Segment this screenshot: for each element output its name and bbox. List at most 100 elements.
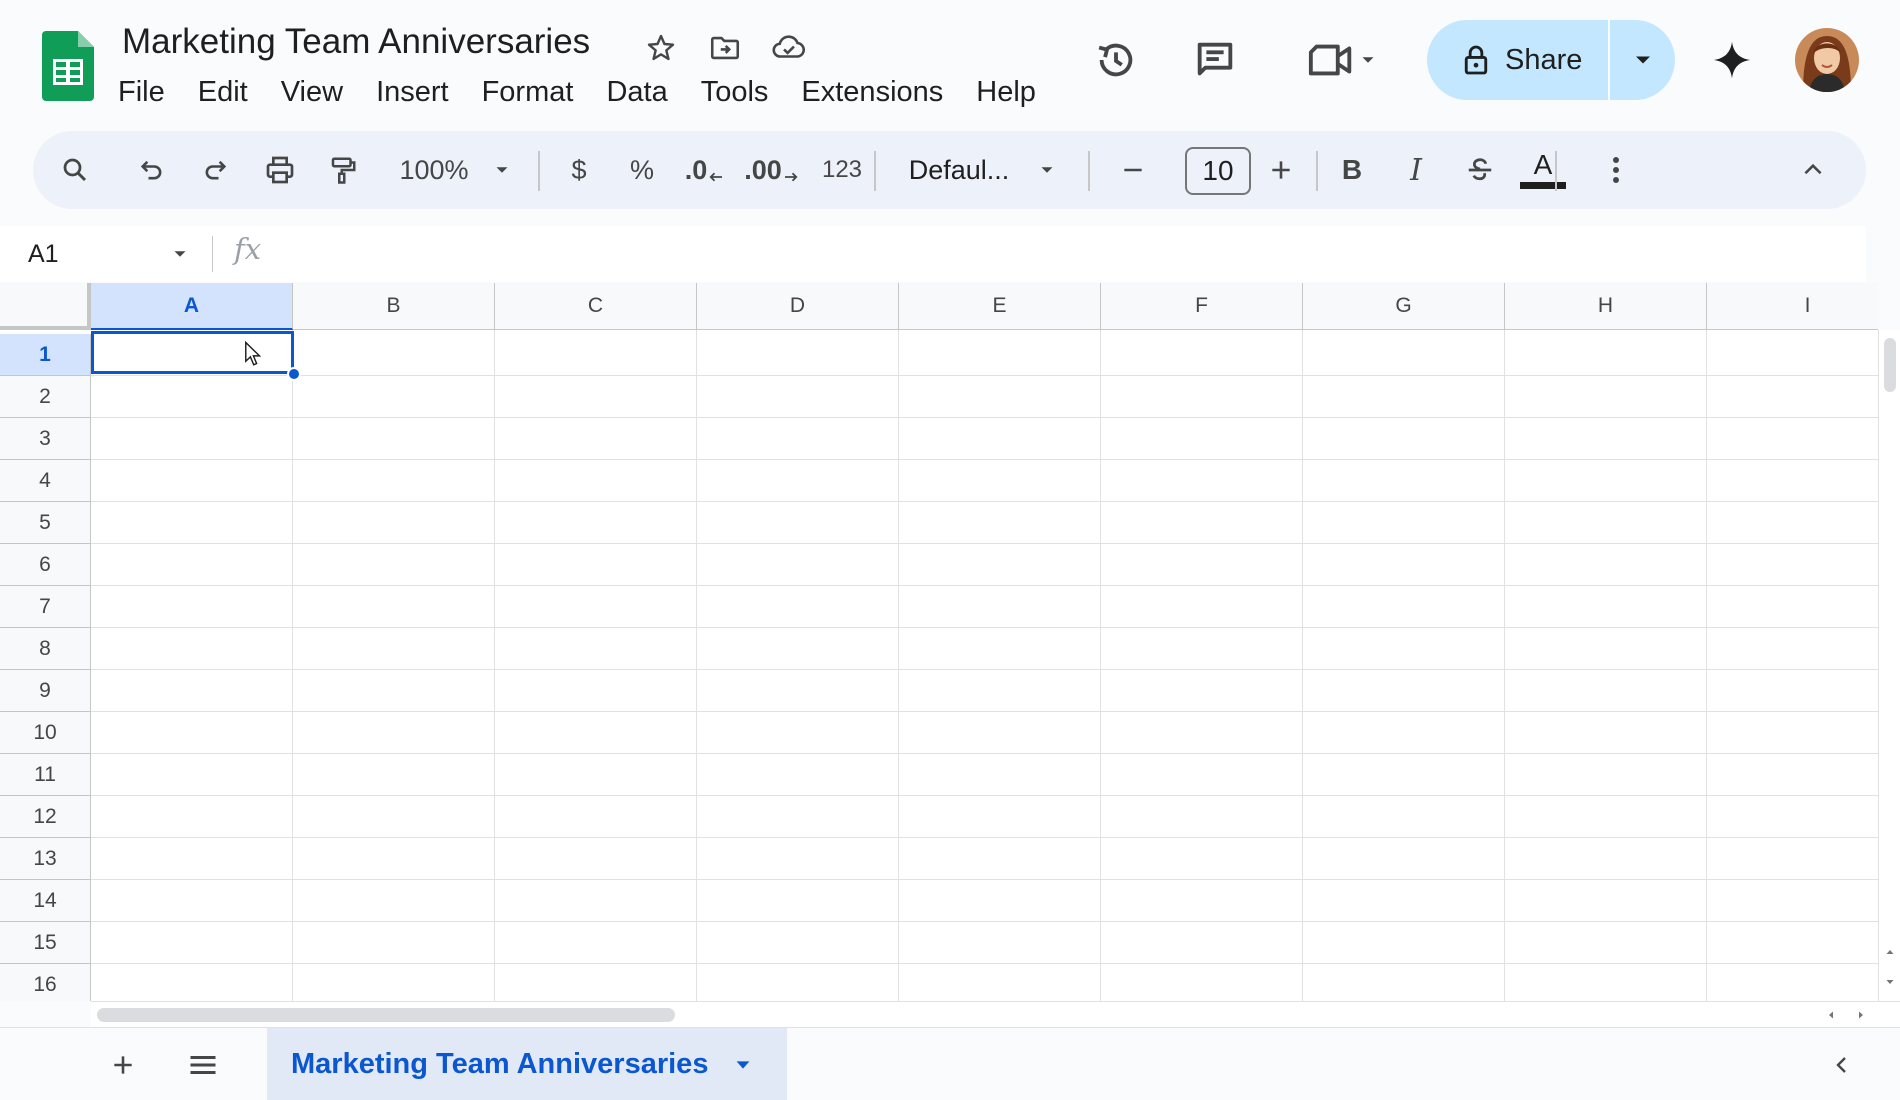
row-header-6[interactable]: 6 <box>0 544 91 586</box>
search-menus-icon[interactable] <box>49 131 101 209</box>
horizontal-scrollbar[interactable] <box>91 1001 1900 1027</box>
menu-edit[interactable]: Edit <box>190 72 256 113</box>
row-header-2[interactable]: 2 <box>0 376 91 418</box>
font-dropdown-icon[interactable] <box>1029 131 1065 209</box>
redo-icon[interactable] <box>190 131 240 209</box>
row-header-14[interactable]: 14 <box>0 880 91 922</box>
vertical-scroll-thumb[interactable] <box>1884 338 1896 392</box>
meet-camera-icon[interactable] <box>1298 30 1388 90</box>
row-header-11[interactable]: 11 <box>0 754 91 796</box>
sheet-tab-marketing-team-anniversaries[interactable]: Marketing Team Anniversaries <box>267 1028 787 1100</box>
selected-cell-a1[interactable] <box>91 331 294 374</box>
row-header-9[interactable]: 9 <box>0 670 91 712</box>
row-header-4[interactable]: 4 <box>0 460 91 502</box>
row-header-5[interactable]: 5 <box>0 502 91 544</box>
format-currency-button[interactable]: $ <box>554 131 604 209</box>
column-header-d[interactable]: D <box>697 283 899 330</box>
menu-view[interactable]: View <box>273 72 351 113</box>
more-formats-button[interactable]: 123 <box>811 131 873 209</box>
mouse-cursor-icon <box>244 341 262 367</box>
name-box[interactable]: A1 <box>28 240 59 269</box>
fill-handle[interactable] <box>287 367 301 381</box>
star-icon[interactable] <box>641 28 681 68</box>
add-sheet-icon[interactable] <box>98 1040 148 1090</box>
row-header-13[interactable]: 13 <box>0 838 91 880</box>
column-header-i[interactable]: I <box>1707 283 1878 330</box>
increase-font-size-icon[interactable] <box>1256 131 1306 209</box>
print-icon[interactable] <box>252 131 308 209</box>
zoom-dropdown-icon[interactable] <box>484 131 520 209</box>
column-gridline <box>1100 330 1101 1001</box>
row-header-12[interactable]: 12 <box>0 796 91 838</box>
decrease-decimal-button[interactable]: .0 <box>676 131 734 209</box>
column-header-c[interactable]: C <box>495 283 697 330</box>
undo-icon[interactable] <box>127 131 177 209</box>
column-gridline <box>1504 330 1505 1001</box>
version-history-icon[interactable] <box>1086 30 1146 90</box>
column-header-a[interactable]: A <box>91 283 293 330</box>
menu-tools[interactable]: Tools <box>693 72 777 113</box>
increase-decimal-button[interactable]: .00 <box>741 131 803 209</box>
all-sheets-icon[interactable] <box>178 1040 228 1090</box>
row-header-16[interactable]: 16 <box>0 964 91 1001</box>
sheets-logo-icon[interactable] <box>42 31 94 101</box>
paint-format-icon[interactable] <box>317 131 369 209</box>
row-header-8[interactable]: 8 <box>0 628 91 670</box>
fx-icon: fx <box>234 232 262 266</box>
comments-icon[interactable] <box>1185 30 1245 90</box>
vertical-scrollbar[interactable] <box>1878 330 1900 1001</box>
row-header-10[interactable]: 10 <box>0 712 91 754</box>
font-family-select[interactable]: Defaul... <box>894 131 1024 209</box>
formula-input[interactable] <box>290 234 1850 274</box>
column-header-h[interactable]: H <box>1505 283 1707 330</box>
row-header-3[interactable]: 3 <box>0 418 91 460</box>
name-box-dropdown-icon[interactable] <box>164 236 196 272</box>
document-title[interactable]: Marketing Team Anniversaries <box>122 22 590 62</box>
move-to-folder-icon[interactable] <box>705 28 745 68</box>
column-header-b[interactable]: B <box>293 283 495 330</box>
column-gridline <box>1706 330 1707 1001</box>
column-header-g[interactable]: G <box>1303 283 1505 330</box>
column-header-f[interactable]: F <box>1101 283 1303 330</box>
strikethrough-icon[interactable] <box>1455 131 1505 209</box>
text-color-label: A <box>1533 149 1553 180</box>
row-gridline <box>91 669 1878 670</box>
select-all-corner[interactable] <box>0 283 91 330</box>
scroll-right-icon[interactable] <box>1849 1005 1873 1025</box>
row-header-1[interactable]: 1 <box>0 334 91 376</box>
menu-extensions[interactable]: Extensions <box>793 72 951 113</box>
scroll-up-icon[interactable] <box>1881 940 1899 964</box>
italic-button[interactable]: I <box>1391 131 1441 209</box>
share-button[interactable]: Share <box>1427 20 1608 100</box>
horizontal-scroll-thumb[interactable] <box>97 1008 675 1022</box>
arrow-left-icon <box>709 172 723 182</box>
font-size-input[interactable]: 10 <box>1185 147 1251 195</box>
zoom-value[interactable]: 100% <box>389 131 479 209</box>
row-header-15[interactable]: 15 <box>0 922 91 964</box>
scroll-down-icon[interactable] <box>1881 970 1899 994</box>
text-color-button[interactable]: A <box>1515 131 1571 209</box>
collapse-toolbar-icon[interactable] <box>1788 131 1838 209</box>
menu-file[interactable]: File <box>110 72 173 113</box>
menu-insert[interactable]: Insert <box>368 72 457 113</box>
row-gridline <box>91 543 1878 544</box>
cloud-saved-icon[interactable] <box>769 28 809 68</box>
scroll-left-icon[interactable] <box>1819 1005 1843 1025</box>
format-percent-button[interactable]: % <box>617 131 667 209</box>
toolbar-divider <box>874 151 876 191</box>
row-header-7[interactable]: 7 <box>0 586 91 628</box>
column-header-e[interactable]: E <box>899 283 1101 330</box>
share-options-button[interactable] <box>1610 20 1675 100</box>
decrease-font-size-icon[interactable] <box>1108 131 1158 209</box>
spreadsheet-grid[interactable]: ABCDEFGHI 1 2 3 4 5 6 7 8 9 10 11 12 13 14 15 16 <box>0 283 1878 1001</box>
gemini-sparkle-icon[interactable] <box>1702 30 1762 90</box>
chevron-down-icon <box>1635 56 1650 64</box>
more-options-icon[interactable] <box>1596 131 1636 209</box>
side-panel-toggle-icon[interactable] <box>1817 1040 1867 1090</box>
menu-data[interactable]: Data <box>598 72 675 113</box>
bold-button[interactable]: B <box>1327 131 1377 209</box>
menu-format[interactable]: Format <box>474 72 582 113</box>
user-avatar[interactable] <box>1795 28 1859 92</box>
toolbar-divider <box>1555 151 1557 191</box>
menu-help[interactable]: Help <box>968 72 1044 113</box>
